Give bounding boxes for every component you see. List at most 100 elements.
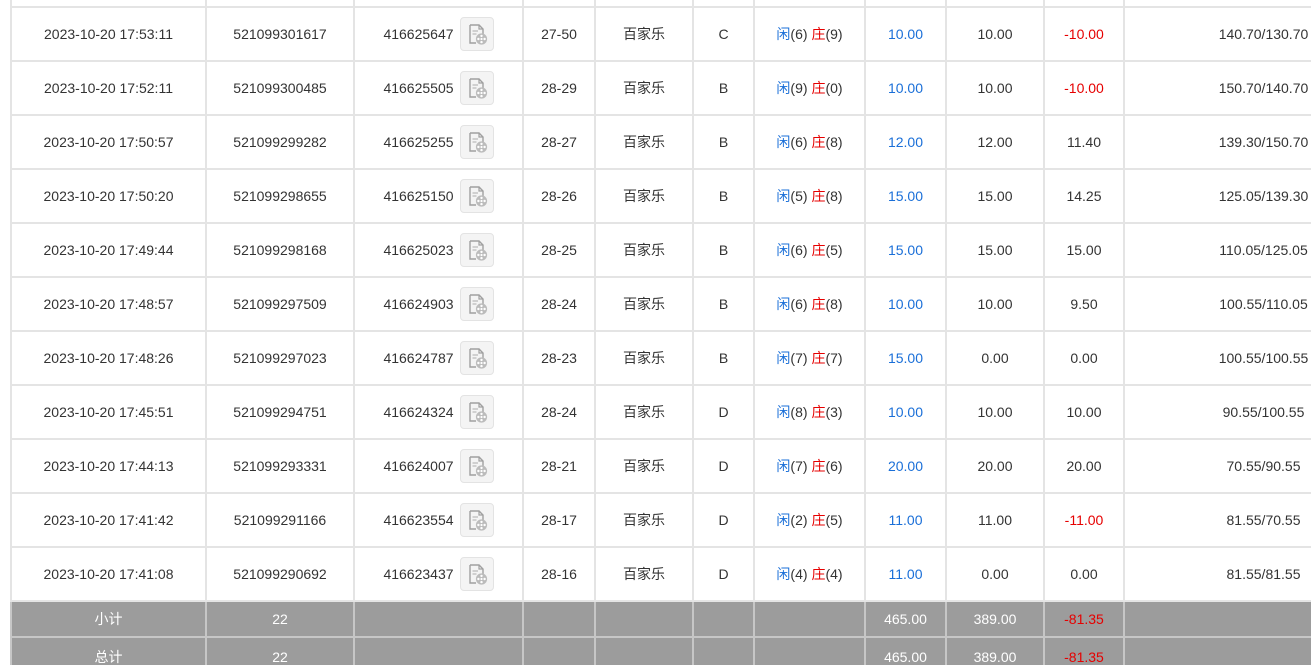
empty-cell — [353, 0, 524, 8]
empty-cell — [864, 0, 947, 8]
player-score: (4) — [790, 566, 808, 582]
video-replay-icon[interactable] — [459, 125, 494, 159]
bet-id: 521099294751 — [205, 384, 355, 440]
bet-type: B — [692, 168, 755, 224]
valid-bet: 0.00 — [945, 546, 1045, 602]
film-reel-icon — [468, 348, 487, 369]
bet-record-row: 2023-10-20 17:50:57 521099299282 4166252… — [10, 114, 1311, 170]
valid-bet: 15.00 — [945, 222, 1045, 278]
round-cell-content: 416625505 — [356, 71, 521, 105]
empty-cell — [692, 0, 755, 8]
table-shoe: 28-24 — [522, 384, 596, 440]
empty-cell — [594, 600, 694, 638]
game-type: 百家乐 — [594, 546, 694, 602]
player-label: 闲 — [776, 134, 791, 150]
empty-cell — [945, 0, 1045, 8]
video-replay-icon[interactable] — [459, 503, 494, 537]
round-id: 416623437 — [383, 566, 454, 582]
bet-id: 521099299282 — [205, 114, 355, 170]
valid-bet: 15.00 — [945, 168, 1045, 224]
round-cell-content: 416624324 — [356, 395, 521, 429]
round-cell: 416624324 — [353, 384, 524, 440]
empty-cell — [692, 600, 755, 638]
round-cell-content: 416623554 — [356, 503, 521, 537]
table-shoe: 28-29 — [522, 60, 596, 116]
bet-type: D — [692, 384, 755, 440]
round-cell: 416625505 — [353, 60, 524, 116]
round-id: 416624903 — [383, 296, 454, 312]
film-reel-icon — [468, 78, 487, 99]
round-cell: 416623554 — [353, 492, 524, 548]
game-type: 百家乐 — [594, 222, 694, 278]
bet-amount: 15.00 — [864, 222, 947, 278]
bet-id: 521099301617 — [205, 6, 355, 62]
player-label: 闲 — [776, 242, 791, 258]
balance: 81.55/70.55 — [1123, 492, 1311, 548]
bet-record-row: 2023-10-20 17:41:42 521099291166 4166235… — [10, 492, 1311, 548]
bet-amount: 10.00 — [864, 276, 947, 332]
balance: 139.30/150.70 — [1123, 114, 1311, 170]
bet-id: 521099297509 — [205, 276, 355, 332]
bet-amount: 10.00 — [864, 60, 947, 116]
player-label: 闲 — [776, 350, 791, 366]
win-loss: 0.00 — [1043, 546, 1125, 602]
video-replay-icon[interactable] — [459, 449, 494, 483]
round-cell-content: 416625255 — [356, 125, 521, 159]
bet-type: B — [692, 60, 755, 116]
round-cell: 416625647 — [353, 6, 524, 62]
empty-cell — [753, 600, 866, 638]
bet-id: 521099297023 — [205, 330, 355, 386]
video-replay-icon[interactable] — [459, 179, 494, 213]
win-loss: 15.00 — [1043, 222, 1125, 278]
video-replay-icon[interactable] — [459, 71, 494, 105]
bet-type: B — [692, 222, 755, 278]
banker-score: (5) — [825, 512, 843, 528]
video-replay-icon[interactable] — [459, 557, 494, 591]
table-shoe: 28-24 — [522, 276, 596, 332]
video-replay-icon[interactable] — [459, 17, 494, 51]
empty-cell — [353, 600, 524, 638]
player-score: (6) — [790, 26, 808, 42]
bet-type: B — [692, 276, 755, 332]
round-id: 416624007 — [383, 458, 454, 474]
game-result: 闲(6) 庄(5) — [753, 222, 866, 278]
bet-id: 521099291166 — [205, 492, 355, 548]
player-score: (8) — [790, 404, 808, 420]
balance: 90.55/100.55 — [1123, 384, 1311, 440]
summary-valid-bet: 389.00 — [945, 636, 1045, 665]
player-score: (5) — [790, 188, 808, 204]
win-loss: 9.50 — [1043, 276, 1125, 332]
banker-score: (8) — [825, 296, 843, 312]
game-result: 闲(8) 庄(3) — [753, 384, 866, 440]
video-replay-icon[interactable] — [459, 287, 494, 321]
banker-score: (8) — [825, 134, 843, 150]
valid-bet: 10.00 — [945, 60, 1045, 116]
video-replay-icon[interactable] — [459, 395, 494, 429]
video-replay-icon[interactable] — [459, 233, 494, 267]
player-score: (9) — [790, 80, 808, 96]
bet-record-row: 2023-10-20 17:53:11 521099301617 4166256… — [10, 6, 1311, 62]
round-cell-content: 416625647 — [356, 17, 521, 51]
game-result: 闲(6) 庄(9) — [753, 6, 866, 62]
round-id: 416624324 — [383, 404, 454, 420]
round-cell-content: 416625023 — [356, 233, 521, 267]
bet-time: 2023-10-20 17:48:57 — [10, 276, 207, 332]
summary-row: 总计 22 465.00 389.00 -81.35 — [10, 636, 1311, 665]
film-reel-icon — [468, 186, 487, 207]
video-replay-icon[interactable] — [459, 341, 494, 375]
bet-amount: 10.00 — [864, 384, 947, 440]
bet-id: 521099290692 — [205, 546, 355, 602]
bet-type: C — [692, 6, 755, 62]
empty-cell — [692, 636, 755, 665]
banker-score: (7) — [825, 350, 843, 366]
bet-id: 521099300485 — [205, 60, 355, 116]
player-label: 闲 — [776, 404, 791, 420]
summary-label: 小计 — [10, 600, 207, 638]
bet-time: 2023-10-20 17:41:08 — [10, 546, 207, 602]
banker-label: 庄 — [811, 188, 826, 204]
bet-type: D — [692, 546, 755, 602]
game-type: 百家乐 — [594, 114, 694, 170]
records-body: 2023-10-20 17:53:11 521099301617 4166256… — [10, 0, 1311, 665]
win-loss: -11.00 — [1043, 492, 1125, 548]
empty-cell — [753, 0, 866, 8]
